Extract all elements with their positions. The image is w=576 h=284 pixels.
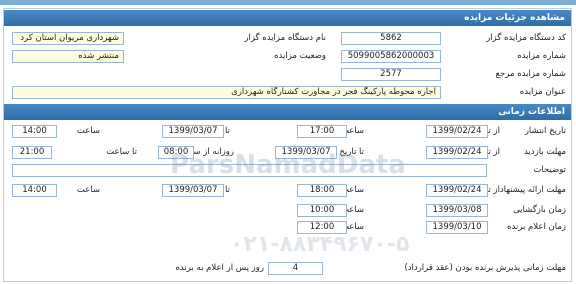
status-field: منتشر شده bbox=[12, 50, 124, 63]
contract-suffix-label: روز پس از اعلام به برنده bbox=[175, 263, 264, 273]
device-code-field: 5862 bbox=[341, 32, 441, 45]
bids-from-field: 1399/02/24 bbox=[426, 184, 488, 197]
contract-days-field: 4 bbox=[268, 262, 323, 275]
visit-to-field: 1399/03/07 bbox=[275, 146, 337, 159]
ref-number-field: 2577 bbox=[341, 68, 441, 81]
status-label: وضعیت مزایده bbox=[274, 51, 326, 61]
publish-from-field: 1399/02/24 bbox=[426, 125, 488, 138]
bids-to-field: 1399/03/07 bbox=[162, 184, 224, 197]
publish-to-time-label: ساعت bbox=[76, 126, 100, 136]
device-code-label: کد دستگاه مزایده گزار bbox=[486, 33, 566, 43]
title-label: عنوان مزایده bbox=[519, 87, 566, 97]
bids-to-time-field: 14:00 bbox=[12, 184, 57, 197]
opening-date-field: 1399/03/08 bbox=[426, 204, 488, 217]
visit-label: مهلت بازدید bbox=[523, 147, 566, 157]
visit-to-label: تا تاریخ bbox=[339, 147, 364, 157]
bids-label: مهلت ارائه پیشنهاد bbox=[499, 185, 566, 195]
contract-label: مهلت زمانی پذیرش برنده بودن (عقد قرارداد… bbox=[404, 263, 566, 273]
winner-label: زمان اعلام برنده bbox=[507, 222, 566, 232]
visit-daily-from-field: 08:00 bbox=[158, 146, 194, 159]
visit-daily-to-field: 21:00 bbox=[12, 146, 52, 159]
publish-time-field: 17:00 bbox=[297, 125, 347, 138]
opening-label: زمان بازگشایی bbox=[513, 205, 566, 215]
device-name-label: نام دستگاه مزایده گزار bbox=[244, 33, 326, 43]
description-label: توضیحات bbox=[533, 165, 566, 175]
opening-time-field: 10:00 bbox=[297, 204, 347, 217]
timing-header: اطلاعات زمانی bbox=[4, 104, 571, 120]
publish-to-time-field: 14:00 bbox=[12, 125, 57, 138]
visit-from-field: 1399/02/24 bbox=[426, 146, 488, 159]
bids-to-time-label: ساعت bbox=[76, 185, 100, 195]
ref-number-label: شماره مزایده مرجع bbox=[495, 69, 567, 79]
winner-date-field: 1399/03/10 bbox=[426, 221, 488, 234]
title-field: اجاره محوطه پارکینگ فجر در مجاورت کشتارگ… bbox=[12, 86, 441, 99]
auction-number-label: شماره مزایده bbox=[517, 51, 566, 61]
details-header: مشاهده جزئیات مزایده bbox=[4, 10, 571, 26]
publish-label: تاریخ انتشار bbox=[524, 126, 566, 136]
description-field bbox=[12, 164, 487, 177]
visit-to-time-label: تا ساعت bbox=[106, 147, 137, 157]
publish-to-field: 1399/03/07 bbox=[162, 125, 224, 138]
winner-time-field: 12:00 bbox=[297, 221, 347, 234]
device-name-field: شهرداری مریوان استان کرد bbox=[12, 32, 124, 45]
bids-time-field: 18:00 bbox=[297, 184, 347, 197]
auction-number-field: 5099005862000003 bbox=[341, 50, 441, 63]
top-strip bbox=[0, 0, 576, 5]
